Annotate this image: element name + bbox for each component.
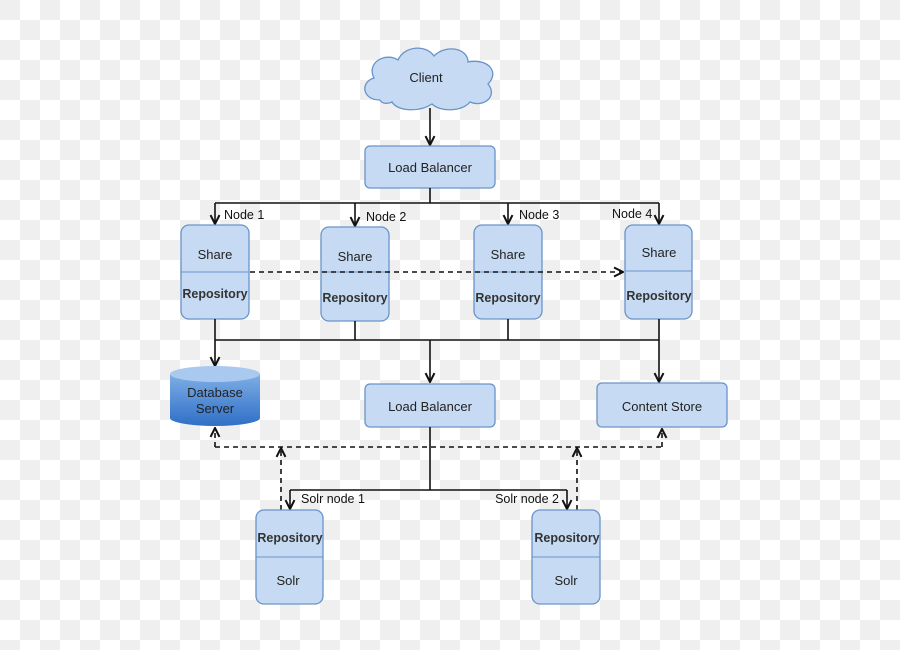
lb-distribution-line — [215, 188, 659, 204]
node-bus-line — [214, 319, 660, 341]
node-2-repository: Repository — [322, 291, 387, 305]
solr-node-2-label: Solr node 2 — [495, 492, 559, 506]
load-balancer-top: Load Balancer — [364, 145, 496, 189]
load-balancer-bottom: Load Balancer — [364, 383, 496, 428]
solr-node-2-repository: Repository — [534, 531, 599, 545]
solr-node-2-solr: Solr — [554, 573, 578, 588]
architecture-diagram: Client Load Balancer Node 1 Node 2 Node … — [170, 47, 728, 605]
node-2: Share Repository — [320, 226, 390, 322]
node-1-label: Node 1 — [224, 208, 264, 222]
solr-node-1-label: Solr node 1 — [301, 492, 365, 506]
solr-node-1-repository: Repository — [257, 531, 322, 545]
node-2-share: Share — [338, 249, 373, 264]
node-3-label: Node 3 — [519, 208, 559, 222]
client-cloud: Client — [364, 47, 494, 111]
content-store-label: Content Store — [622, 399, 702, 414]
node-3-share: Share — [491, 247, 526, 262]
node-2-label: Node 2 — [366, 210, 406, 224]
node-1-share: Share — [198, 247, 233, 262]
database-label-2: Server — [196, 401, 235, 416]
node-1: Share Repository — [180, 224, 250, 320]
node-4-repository: Repository — [626, 289, 691, 303]
solr-node-2: Repository Solr — [531, 509, 601, 605]
content-store: Content Store — [596, 382, 728, 428]
client-label: Client — [409, 70, 443, 85]
node-1-repository: Repository — [182, 287, 247, 301]
node-3-repository: Repository — [475, 291, 540, 305]
lb-solr-line — [290, 427, 567, 491]
node-4: Share Repository — [624, 224, 693, 320]
node-4-share: Share — [642, 245, 677, 260]
solr-node-1: Repository Solr — [255, 509, 324, 605]
node-4-label: Node 4 — [612, 207, 652, 221]
database-server: Database Server — [170, 366, 260, 426]
load-balancer-top-label: Load Balancer — [388, 160, 473, 175]
load-balancer-bottom-label: Load Balancer — [388, 399, 473, 414]
database-label-1: Database — [187, 385, 243, 400]
solr-node-1-solr: Solr — [276, 573, 300, 588]
